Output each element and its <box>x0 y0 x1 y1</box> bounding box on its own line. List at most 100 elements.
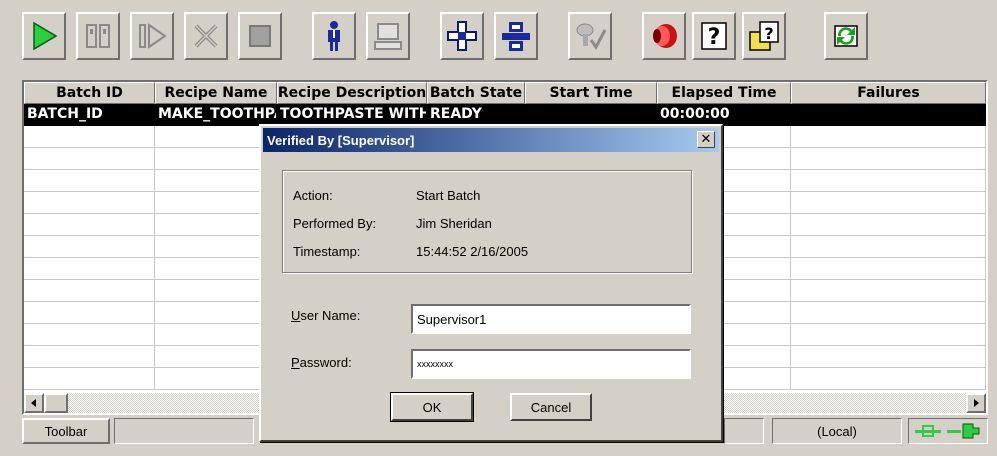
left-arrow-icon <box>31 399 36 407</box>
abort-button[interactable] <box>184 12 228 60</box>
timestamp-label: Timestamp: <box>293 244 361 259</box>
restart-button[interactable] <box>130 12 174 60</box>
help-button[interactable]: ? <box>692 12 736 60</box>
help-icon: ? <box>701 22 727 50</box>
grid-cell <box>24 192 155 214</box>
start-icon <box>33 21 58 51</box>
stop-icon <box>249 25 271 47</box>
batch-manager-window: ? ? Batch ID Recipe Name Recipe Descript… <box>0 0 997 456</box>
alarm-icon <box>653 24 677 48</box>
grid-cell <box>791 192 986 214</box>
grid-header: Batch ID Recipe Name Recipe Description … <box>24 82 986 104</box>
grid-cell <box>791 280 986 302</box>
computer-icon <box>374 23 402 50</box>
insert-icon <box>502 22 530 51</box>
cell-batch-id: BATCH_ID <box>24 104 155 126</box>
column-header-batch-id[interactable]: Batch ID <box>24 82 155 104</box>
refresh-button[interactable] <box>824 12 868 60</box>
password-label: Password: <box>291 355 352 370</box>
column-header-elapsed-time[interactable]: Elapsed Time <box>657 82 791 104</box>
connection-icon <box>915 423 980 439</box>
grid-cell <box>791 302 986 324</box>
right-arrow-icon <box>974 399 979 407</box>
cell-batch-state: READY <box>427 104 525 126</box>
stop-button[interactable] <box>238 12 282 60</box>
hold-icon <box>86 24 110 48</box>
svg-text:?: ? <box>708 25 721 50</box>
column-header-recipe-description[interactable]: Recipe Description <box>277 82 427 104</box>
status-pane-blank <box>724 418 764 444</box>
cell-failures <box>791 104 986 126</box>
action-value: Start Batch <box>416 188 481 203</box>
verify-icon <box>576 23 607 50</box>
grid-cell <box>24 302 155 324</box>
performed-by-value: Jim Sheridan <box>416 216 492 231</box>
grid-cell <box>791 148 986 170</box>
insert-batch-button[interactable] <box>494 12 538 60</box>
context-help-button[interactable]: ? <box>742 12 786 60</box>
username-label: User Name: <box>291 308 361 323</box>
dialog-title: Verified By [Supervisor] <box>267 132 415 148</box>
scroll-right-button[interactable] <box>966 393 986 413</box>
scroll-left-button[interactable] <box>24 393 44 413</box>
cell-elapsed-time: 00:00:00 <box>657 104 791 126</box>
column-header-batch-state[interactable]: Batch State <box>427 82 525 104</box>
grid-cell <box>791 258 986 280</box>
performed-by-label: Performed By: <box>293 216 377 231</box>
scroll-thumb[interactable] <box>44 393 68 413</box>
grid-cell <box>24 170 155 192</box>
cancel-button[interactable]: Cancel <box>510 393 592 421</box>
connection-status <box>908 418 988 444</box>
column-header-recipe-name[interactable]: Recipe Name <box>155 82 277 104</box>
action-label: Action: <box>293 188 333 203</box>
start-button[interactable] <box>22 12 66 60</box>
grid-cell <box>791 346 986 368</box>
table-row[interactable]: BATCH_ID MAKE_TOOTHPA: TOOTHPASTE WITH R… <box>24 104 986 126</box>
computer-button[interactable] <box>366 12 410 60</box>
add-batch-button[interactable] <box>440 12 484 60</box>
verify-button[interactable] <box>568 12 612 60</box>
status-pane-message <box>114 418 254 444</box>
timestamp-value: 15:44:52 2/16/2005 <box>416 244 529 259</box>
cell-recipe-description: TOOTHPASTE WITH <box>277 104 427 126</box>
grid-cell <box>791 214 986 236</box>
grid-cell <box>24 280 155 302</box>
svg-text:?: ? <box>764 24 773 43</box>
abort-icon <box>194 24 218 48</box>
grid-cell <box>24 236 155 258</box>
grid-cell <box>24 368 155 390</box>
add-batch-icon <box>447 21 477 51</box>
grid-cell <box>791 368 986 390</box>
restart-icon <box>139 23 167 49</box>
cell-start-time <box>525 104 657 126</box>
close-icon: ✕ <box>700 132 712 147</box>
refresh-icon <box>834 25 858 47</box>
grid-cell <box>24 126 155 148</box>
verification-info-group: Action: Start Batch Performed By: Jim Sh… <box>282 170 692 273</box>
context-help-icon: ? <box>749 21 779 51</box>
hold-button[interactable] <box>76 12 120 60</box>
status-pane-location: (Local) <box>772 418 902 444</box>
grid-cell <box>24 346 155 368</box>
alarm-button[interactable] <box>642 12 686 60</box>
toolbar-toggle-button[interactable]: Toolbar <box>22 418 110 444</box>
password-field[interactable]: xxxxxxxx <box>411 349 691 379</box>
cell-recipe-name: MAKE_TOOTHPA: <box>155 104 277 126</box>
grid-cell <box>791 170 986 192</box>
column-header-start-time[interactable]: Start Time <box>525 82 657 104</box>
grid-cell <box>24 214 155 236</box>
dialog-titlebar[interactable]: Verified By [Supervisor] ✕ <box>263 128 719 152</box>
ok-button[interactable]: OK <box>390 392 474 422</box>
grid-cell <box>791 126 986 148</box>
grid-cell <box>24 324 155 346</box>
username-field[interactable]: Supervisor1 <box>411 304 691 334</box>
grid-cell <box>24 148 155 170</box>
grid-cell <box>24 258 155 280</box>
column-header-failures[interactable]: Failures <box>791 82 986 104</box>
operator-icon <box>328 21 340 51</box>
grid-cell <box>791 324 986 346</box>
grid-cell <box>791 236 986 258</box>
close-button[interactable]: ✕ <box>697 131 715 148</box>
operator-button[interactable] <box>312 12 356 60</box>
verified-by-dialog: Verified By [Supervisor] ✕ Action: Start… <box>259 124 723 442</box>
